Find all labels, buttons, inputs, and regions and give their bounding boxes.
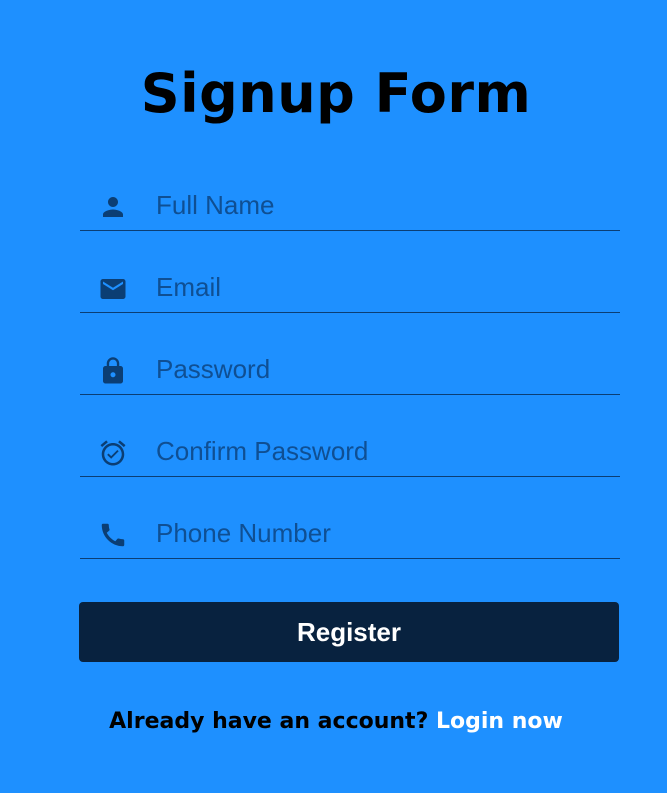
login-now-link[interactable]: Login now: [436, 709, 563, 734]
full-name-field: [80, 180, 620, 231]
mail-icon: [96, 272, 130, 306]
lock-icon: [96, 354, 130, 388]
login-prompt-text: Already have an account?: [109, 709, 429, 734]
phone-number-input[interactable]: [156, 510, 606, 556]
confirm-password-field: [80, 426, 620, 477]
email-input[interactable]: [156, 264, 606, 310]
register-button[interactable]: Register: [79, 602, 619, 662]
password-field: [80, 344, 620, 395]
phone-icon: [96, 518, 130, 552]
alarm-check-icon: [96, 436, 130, 470]
confirm-password-input[interactable]: [156, 428, 606, 474]
email-field: [80, 262, 620, 313]
form-title: Signup Form: [140, 62, 532, 125]
person-icon: [96, 190, 130, 224]
full-name-input[interactable]: [156, 182, 606, 228]
login-prompt-line: Already have an account? Login now: [0, 705, 667, 739]
password-input[interactable]: [156, 346, 606, 392]
phone-number-field: [80, 508, 620, 559]
